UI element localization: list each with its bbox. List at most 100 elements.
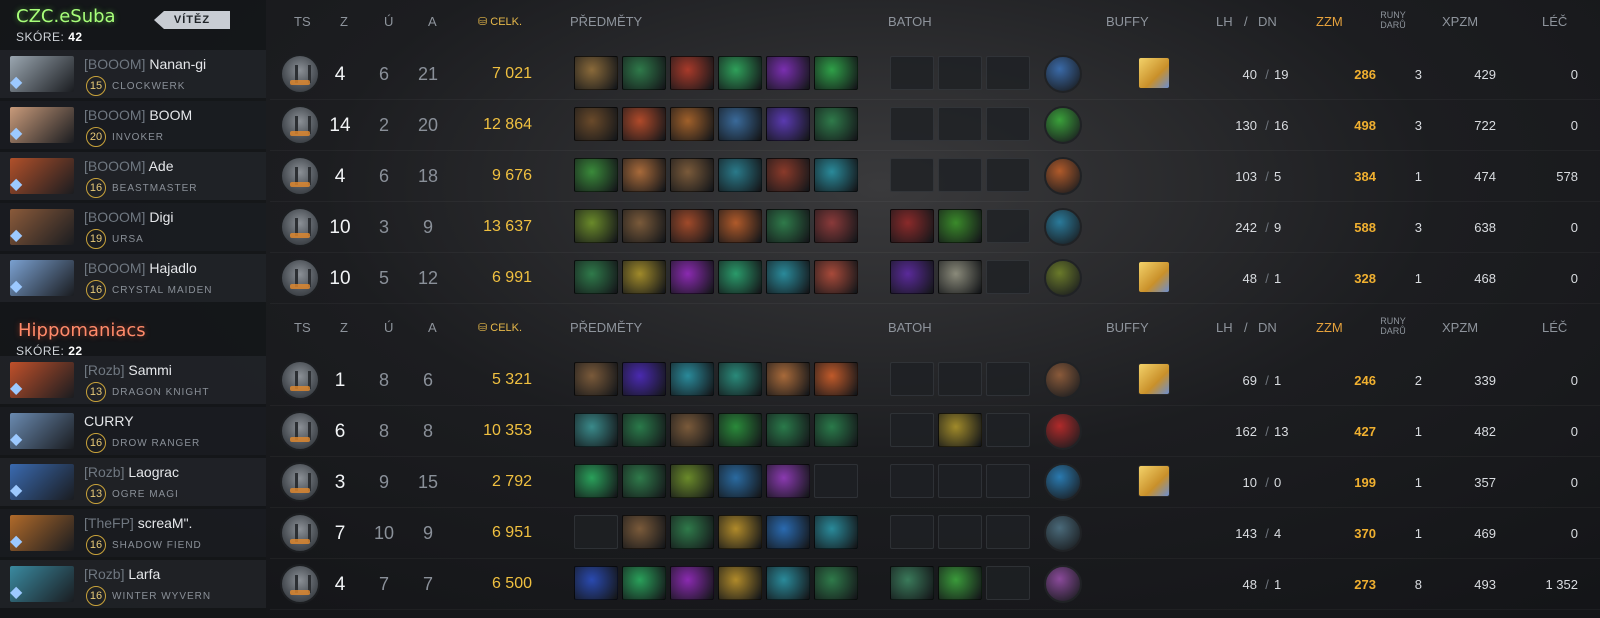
col-slash[interactable]: / <box>1244 320 1248 335</box>
item-slot-icon[interactable] <box>718 362 762 396</box>
item-slot-icon[interactable] <box>814 413 858 447</box>
item-slot-icon[interactable] <box>574 566 618 600</box>
item-slot-icon[interactable] <box>670 56 714 90</box>
item-slot-icon[interactable] <box>622 566 666 600</box>
item-slot-icon[interactable] <box>718 464 762 498</box>
col-ts[interactable]: TS <box>294 14 311 29</box>
item-slot-icon[interactable] <box>670 260 714 294</box>
item-slot-icon[interactable] <box>766 413 810 447</box>
item-slot-icon[interactable] <box>670 464 714 498</box>
neutral-item-icon[interactable] <box>1044 514 1082 552</box>
empty-backpack-slot[interactable] <box>890 158 934 192</box>
item-slot-icon[interactable] <box>718 56 762 90</box>
player-card[interactable]: ◆ CURRY 16 DROW RANGER <box>0 407 266 455</box>
empty-backpack-slot[interactable] <box>986 413 1030 447</box>
col-slash[interactable]: / <box>1244 14 1248 29</box>
player-card[interactable]: ◆ [Rozb] Sammi 13 DRAGON KNIGHT <box>0 356 266 404</box>
col-xpm[interactable]: XPZM <box>1442 320 1478 335</box>
empty-backpack-slot[interactable] <box>890 56 934 90</box>
item-slot-icon[interactable] <box>814 158 858 192</box>
backpack-item-icon[interactable] <box>890 209 934 243</box>
empty-backpack-slot[interactable] <box>938 515 982 549</box>
empty-backpack-slot[interactable] <box>986 464 1030 498</box>
item-slot-icon[interactable] <box>622 209 666 243</box>
item-slot-icon[interactable] <box>718 515 762 549</box>
item-slot-icon[interactable] <box>622 362 666 396</box>
item-slot-icon[interactable] <box>622 260 666 294</box>
player-card[interactable]: ◆ [Rozb] Larfa 16 WINTER WYVERN <box>0 560 266 608</box>
neutral-item-icon[interactable] <box>1044 106 1082 144</box>
item-slot-icon[interactable] <box>814 260 858 294</box>
col-kills[interactable]: Z <box>340 14 348 29</box>
neutral-item-icon[interactable] <box>1044 412 1082 450</box>
item-slot-icon[interactable] <box>622 56 666 90</box>
col-ts[interactable]: TS <box>294 320 311 335</box>
col-runes[interactable]: RUNY DARŮ <box>1376 10 1410 30</box>
item-slot-icon[interactable] <box>670 209 714 243</box>
item-slot-icon[interactable] <box>814 515 858 549</box>
item-slot-icon[interactable] <box>574 362 618 396</box>
empty-backpack-slot[interactable] <box>890 413 934 447</box>
item-slot-icon[interactable] <box>718 566 762 600</box>
aghanims-shard-buff-icon[interactable] <box>1138 261 1170 293</box>
neutral-item-icon[interactable] <box>1044 361 1082 399</box>
item-slot-icon[interactable] <box>718 158 762 192</box>
col-zzm[interactable]: ZZM <box>1316 320 1343 335</box>
empty-backpack-slot[interactable] <box>938 158 982 192</box>
col-runes[interactable]: RUNY DARŮ <box>1376 316 1410 336</box>
item-slot-icon[interactable] <box>670 515 714 549</box>
item-slot-icon[interactable] <box>766 260 810 294</box>
neutral-item-icon[interactable] <box>1044 259 1082 297</box>
col-assists[interactable]: A <box>428 14 437 29</box>
item-slot-icon[interactable] <box>622 158 666 192</box>
item-slot-icon[interactable] <box>766 362 810 396</box>
item-slot-icon[interactable] <box>574 260 618 294</box>
backpack-item-icon[interactable] <box>890 260 934 294</box>
item-slot-icon[interactable] <box>622 464 666 498</box>
item-slot-icon[interactable] <box>814 56 858 90</box>
col-items[interactable]: PŘEDMĚTY <box>570 320 642 335</box>
neutral-item-icon[interactable] <box>1044 157 1082 195</box>
item-slot-icon[interactable] <box>766 158 810 192</box>
item-slot-icon[interactable] <box>766 566 810 600</box>
item-slot-icon[interactable] <box>718 209 762 243</box>
backpack-item-icon[interactable] <box>938 413 982 447</box>
empty-item-slot[interactable] <box>574 515 618 549</box>
player-card[interactable]: ◆ [Rozb] Laograc 13 OGRE MAGI <box>0 458 266 506</box>
col-lh[interactable]: LH <box>1216 14 1233 29</box>
item-slot-icon[interactable] <box>622 107 666 141</box>
col-gold[interactable]: ⛁ CELK. <box>478 321 522 334</box>
empty-backpack-slot[interactable] <box>986 209 1030 243</box>
player-card[interactable]: ◆ [BOOOM] Nanan-gi 15 CLOCKWERK <box>0 50 266 98</box>
item-slot-icon[interactable] <box>670 566 714 600</box>
empty-backpack-slot[interactable] <box>890 464 934 498</box>
item-slot-icon[interactable] <box>814 107 858 141</box>
item-slot-icon[interactable] <box>718 107 762 141</box>
item-slot-icon[interactable] <box>814 209 858 243</box>
empty-backpack-slot[interactable] <box>986 260 1030 294</box>
item-slot-icon[interactable] <box>574 209 618 243</box>
item-slot-icon[interactable] <box>718 260 762 294</box>
item-slot-icon[interactable] <box>814 566 858 600</box>
item-slot-icon[interactable] <box>574 413 618 447</box>
item-slot-icon[interactable] <box>766 56 810 90</box>
col-items[interactable]: PŘEDMĚTY <box>570 14 642 29</box>
item-slot-icon[interactable] <box>670 413 714 447</box>
item-slot-icon[interactable] <box>766 464 810 498</box>
player-card[interactable]: ◆ [BOOOM] Ade 16 BEASTMASTER <box>0 152 266 200</box>
empty-backpack-slot[interactable] <box>986 362 1030 396</box>
empty-backpack-slot[interactable] <box>938 56 982 90</box>
empty-backpack-slot[interactable] <box>890 362 934 396</box>
aghanims-shard-buff-icon[interactable] <box>1138 57 1170 89</box>
col-xpm[interactable]: XPZM <box>1442 14 1478 29</box>
item-slot-icon[interactable] <box>574 56 618 90</box>
empty-backpack-slot[interactable] <box>890 107 934 141</box>
item-slot-icon[interactable] <box>766 107 810 141</box>
empty-backpack-slot[interactable] <box>938 362 982 396</box>
col-lh[interactable]: LH <box>1216 320 1233 335</box>
col-heal[interactable]: LÉČ <box>1542 14 1567 29</box>
col-dn[interactable]: DN <box>1258 14 1277 29</box>
item-slot-icon[interactable] <box>574 107 618 141</box>
neutral-item-icon[interactable] <box>1044 565 1082 603</box>
item-slot-icon[interactable] <box>622 413 666 447</box>
